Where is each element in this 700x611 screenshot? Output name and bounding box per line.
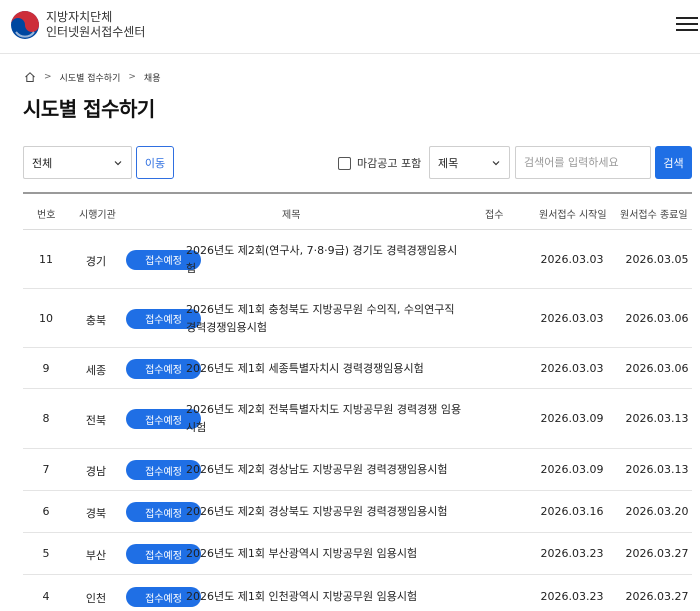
table-row[interactable]: 10 충북 2026.03.03 2026.03.06 접수예정 2026년도 제1회 충… bbox=[23, 289, 692, 348]
breadcrumb-item-region[interactable]: 시도별 접수하기 bbox=[60, 71, 121, 84]
page-title: 시도별 접수하기 bbox=[23, 97, 155, 121]
table-row[interactable]: 4 인천 2026.03.23 2026.03.27 접수예정 2026년도 제1회 인천… bbox=[23, 575, 692, 611]
row-title-link[interactable]: 2026년도 제2회(연구사, 7·8·9급) 경기도 경력경쟁임용시험 bbox=[186, 242, 466, 278]
org-name-line1: 지방자치단체 bbox=[46, 10, 113, 24]
row-org: 충북 bbox=[85, 313, 107, 327]
recruitment-table: 번호 시행기관 제목 접수 원서접수 시작일 원서접수 종료일 11 경기 2026… bbox=[23, 192, 692, 611]
row-org: 부산 bbox=[85, 549, 107, 562]
row-start-date: 2026.03.03 bbox=[540, 252, 604, 266]
row-end-date: 2026.03.06 bbox=[625, 311, 689, 325]
row-number: 8 bbox=[42, 412, 50, 425]
row-end-date: 2026.03.13 bbox=[625, 412, 689, 425]
row-number: 9 bbox=[42, 361, 50, 375]
row-title-link[interactable]: 2026년도 제1회 인천광역시 지방공무원 임용시험 bbox=[186, 588, 466, 606]
menu-button[interactable] bbox=[676, 14, 698, 36]
row-org: 전북 bbox=[85, 414, 107, 427]
row-number: 6 bbox=[42, 505, 50, 518]
include-closed-label: 마감공고 포함 bbox=[357, 157, 422, 170]
taegeuk-logo-icon[interactable] bbox=[10, 10, 40, 40]
row-number: 10 bbox=[39, 311, 53, 325]
row-org: 세종 bbox=[85, 363, 107, 377]
row-end-date: 2026.03.06 bbox=[625, 361, 689, 375]
table-row[interactable]: 7 경남 2026.03.09 2026.03.13 접수예정 2026년도 제2회 경상… bbox=[23, 449, 692, 491]
row-start-date: 2026.03.23 bbox=[540, 547, 604, 560]
row-start-date: 2026.03.09 bbox=[540, 412, 604, 425]
move-button[interactable]: 이동 bbox=[136, 146, 174, 179]
row-number: 4 bbox=[42, 590, 50, 603]
region-select[interactable]: 전체 bbox=[23, 146, 132, 179]
include-closed-toggle[interactable]: 마감공고 포함 bbox=[338, 155, 421, 171]
row-title-link[interactable]: 2026년도 제1회 세종특별자치시 경력경쟁임용시험 bbox=[186, 360, 466, 378]
row-org: 인천 bbox=[85, 592, 107, 605]
header-start: 원서접수 시작일 bbox=[539, 210, 607, 221]
menu-icon bbox=[676, 17, 698, 31]
chevron-down-icon bbox=[492, 160, 500, 165]
table-header: 번호 시행기관 제목 접수 원서접수 시작일 원서접수 종료일 bbox=[23, 194, 692, 230]
row-start-date: 2026.03.03 bbox=[540, 311, 604, 325]
row-number: 5 bbox=[42, 547, 50, 560]
row-end-date: 2026.03.27 bbox=[625, 590, 689, 603]
row-title-link[interactable]: 2026년도 제2회 전북특별자치도 지방공무원 경력경쟁 임용시험 bbox=[186, 401, 466, 437]
table-row[interactable]: 11 경기 2026.03.03 2026.03.05 접수예정 2026년도 제2회(연… bbox=[23, 230, 692, 289]
search-button[interactable]: 검색 bbox=[655, 146, 692, 179]
header-org: 시행기관 bbox=[79, 210, 116, 221]
row-title-link[interactable]: 2026년도 제2회 경상남도 지방공무원 경력경쟁임용시험 bbox=[186, 461, 466, 479]
row-end-date: 2026.03.05 bbox=[625, 252, 689, 266]
home-icon[interactable] bbox=[24, 71, 36, 83]
chevron-down-icon bbox=[114, 160, 122, 165]
chevron-right-icon: > bbox=[44, 72, 52, 82]
table-row[interactable]: 6 경북 2026.03.16 2026.03.20 접수예정 2026년도 제2회 경상… bbox=[23, 491, 692, 533]
breadcrumb-item-current[interactable]: 채용 bbox=[144, 71, 161, 84]
row-org: 경남 bbox=[85, 465, 107, 478]
row-number: 7 bbox=[42, 463, 50, 476]
search-field-value: 제목 bbox=[438, 156, 459, 170]
header-no: 번호 bbox=[37, 210, 56, 221]
org-name[interactable]: 지방자치단체 인터넷원서접수센터 bbox=[46, 10, 145, 40]
row-start-date: 2026.03.23 bbox=[540, 590, 604, 603]
region-select-value: 전체 bbox=[32, 156, 53, 170]
row-number: 11 bbox=[39, 252, 53, 266]
site-header: 지방자치단체 인터넷원서접수센터 bbox=[0, 0, 700, 54]
row-end-date: 2026.03.20 bbox=[625, 505, 689, 518]
breadcrumb: > 시도별 접수하기 > 채용 bbox=[24, 70, 160, 84]
search-input[interactable] bbox=[515, 146, 651, 179]
table-row[interactable]: 9 세종 2026.03.03 2026.03.06 접수예정 2026년도 제1회 세종… bbox=[23, 348, 692, 389]
row-org: 경기 bbox=[85, 254, 107, 268]
org-name-line2: 인터넷원서접수센터 bbox=[46, 25, 146, 39]
row-title-link[interactable]: 2026년도 제1회 충청북도 지방공무원 수의직, 수의연구직 경력경쟁임용시… bbox=[186, 301, 466, 337]
row-title-link[interactable]: 2026년도 제2회 경상북도 지방공무원 경력경쟁임용시험 bbox=[186, 503, 466, 521]
header-status: 접수 bbox=[485, 210, 504, 221]
row-title-link[interactable]: 2026년도 제1회 부산광역시 지방공무원 임용시험 bbox=[186, 545, 466, 563]
row-start-date: 2026.03.09 bbox=[540, 463, 604, 476]
include-closed-checkbox[interactable] bbox=[338, 156, 351, 170]
table-row[interactable]: 5 부산 2026.03.23 2026.03.27 접수예정 2026년도 제1회 부산… bbox=[23, 533, 692, 575]
search-field-select[interactable]: 제목 bbox=[429, 146, 510, 179]
row-org: 경북 bbox=[85, 507, 107, 520]
chevron-right-icon: > bbox=[128, 72, 136, 82]
header-title: 제목 bbox=[282, 210, 301, 221]
row-start-date: 2026.03.16 bbox=[540, 505, 604, 518]
header-end: 원서접수 종료일 bbox=[620, 210, 688, 221]
row-start-date: 2026.03.03 bbox=[540, 361, 604, 375]
table-row[interactable]: 8 전북 2026.03.09 2026.03.13 접수예정 2026년도 제2회 전북… bbox=[23, 389, 692, 449]
row-end-date: 2026.03.13 bbox=[625, 463, 689, 476]
row-end-date: 2026.03.27 bbox=[625, 547, 689, 560]
